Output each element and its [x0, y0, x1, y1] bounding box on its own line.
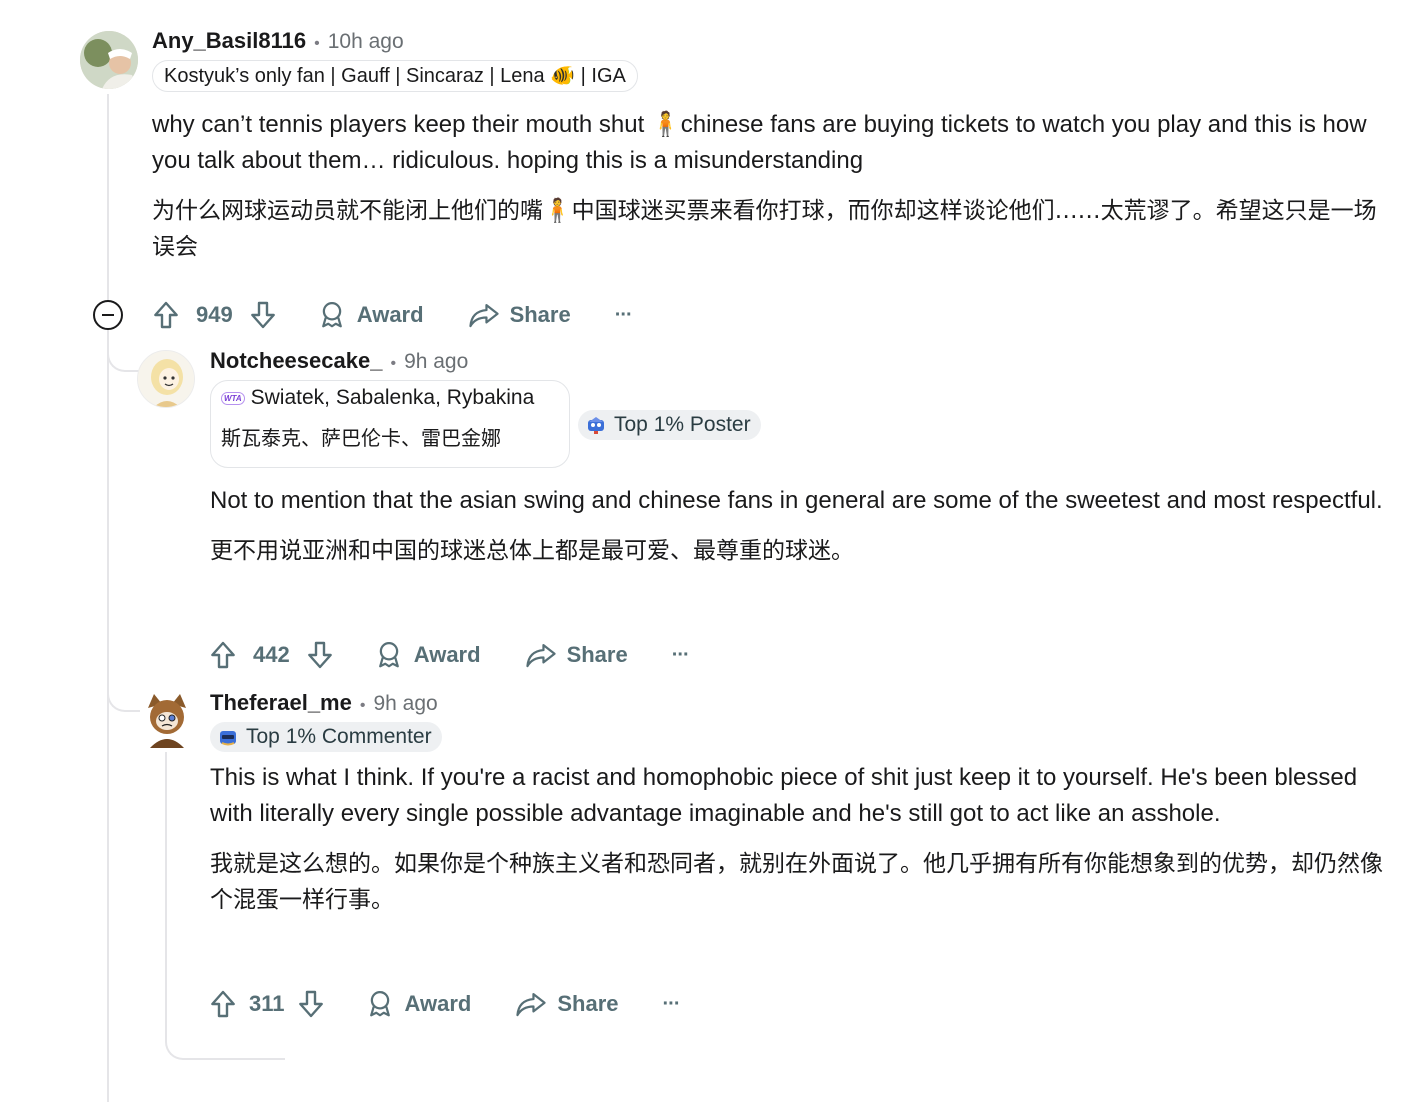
upvote-icon [154, 301, 178, 329]
vote-score: 442 [253, 642, 290, 667]
timestamp[interactable]: 9h ago [404, 350, 468, 374]
avatar[interactable] [140, 690, 194, 748]
comment-text-zh: 为什么网球运动员就不能闭上他们的嘴🧍中国球迷买票来看你打球，而你却这样谈论他们…… [152, 198, 1377, 260]
downvote-icon [307, 641, 332, 669]
more-icon: ··· [671, 643, 690, 666]
upvote-icon [211, 641, 235, 669]
more-options-button[interactable]: ··· [662, 992, 681, 1016]
downvote-icon [250, 301, 275, 329]
share-button[interactable]: Share [515, 989, 619, 1019]
user-flair: Kostyuk’s only fan | Gauff | Sincaraz | … [152, 60, 638, 92]
collapse-icon [102, 314, 114, 316]
more-icon: ··· [662, 992, 681, 1015]
wta-logo: WTA [221, 391, 245, 405]
comment-body: why can’t tennis players keep their mout… [152, 107, 1392, 265]
comment-text-en: why can’t tennis players keep their mout… [152, 111, 1367, 174]
avatar[interactable] [80, 31, 138, 89]
share-icon [525, 644, 556, 668]
share-button[interactable]: Share [525, 640, 628, 670]
award-label: Award [356, 302, 424, 327]
thread-line-main [107, 94, 109, 1102]
vote-score: 311 [249, 991, 285, 1016]
share-label: Share [509, 302, 571, 327]
comment-meta: Notcheesecake_ • 9h ago [210, 348, 468, 374]
username[interactable]: Notcheesecake_ [210, 348, 382, 374]
user-flair-line-2: 斯瓦泰克、萨巴伦卡、雷巴金娜 [221, 426, 501, 450]
award-button[interactable]: Award [365, 989, 472, 1019]
downvote-icon [298, 990, 323, 1018]
award-button[interactable]: Award [317, 300, 424, 330]
upvote-button[interactable] [207, 639, 239, 671]
top-commenter-badge-icon [220, 731, 236, 746]
comment-text-en: Not to mention that the asian swing and … [210, 487, 1383, 514]
thread-line-reply-2 [165, 752, 167, 1042]
more-options-button[interactable]: ··· [671, 643, 690, 667]
share-label: Share [557, 991, 619, 1016]
action-bar: 442 Award Share ··· [207, 635, 690, 675]
action-bar: 949 Award Share ··· [150, 295, 633, 335]
comment-text-zh: 我就是这么想的。如果你是个种族主义者和恐同者，就别在外面说了。他几乎拥有所有你能… [210, 851, 1383, 913]
username[interactable]: Any_Basil8116 [152, 28, 306, 54]
comment-body: This is what I think. If you're a racist… [210, 760, 1390, 918]
more-options-button[interactable]: ··· [614, 303, 633, 327]
more-icon: ··· [614, 303, 633, 326]
share-icon [468, 304, 499, 328]
separator-dot: • [314, 35, 320, 52]
timestamp[interactable]: 9h ago [373, 692, 437, 716]
user-flair-text: Kostyuk’s only fan | Gauff | Sincaraz | … [164, 65, 626, 87]
username[interactable]: Theferael_me [210, 690, 352, 716]
comment-text-en: This is what I think. If you're a racist… [210, 764, 1358, 827]
user-flair: WTA Swiatek, Sabalenka, Rybakina 斯瓦泰克、萨巴… [210, 380, 570, 468]
user-flair-text: Swiatek, Sabalenka, Rybakina [250, 386, 535, 409]
award-icon [378, 642, 399, 668]
award-icon [321, 302, 342, 328]
top-poster-badge-icon [588, 417, 604, 434]
award-label: Award [404, 991, 472, 1016]
top-commenter-badge: Top 1% Commenter [210, 722, 442, 752]
share-label: Share [566, 642, 628, 667]
badge-label: Top 1% Commenter [246, 725, 432, 748]
thread-connector-reply-1 [107, 330, 141, 372]
avatar[interactable] [137, 350, 195, 408]
action-bar: 311 Award Share ··· [207, 984, 681, 1024]
collapse-thread-button[interactable] [93, 300, 123, 330]
comment-text-zh: 更不用说亚洲和中国的球迷总体上都是最可爱、最尊重的球迷。 [210, 538, 854, 564]
separator-dot: • [359, 697, 366, 714]
award-label: Award [413, 642, 481, 667]
separator-dot: • [390, 355, 397, 372]
badge-label: Top 1% Poster [614, 413, 751, 436]
award-icon [369, 991, 390, 1017]
comment-body: Not to mention that the asian swing and … [210, 483, 1390, 569]
upvote-button[interactable] [150, 299, 182, 331]
award-button[interactable]: Award [374, 640, 481, 670]
downvote-button[interactable] [295, 988, 327, 1020]
upvote-icon [211, 990, 235, 1018]
timestamp[interactable]: 10h ago [328, 30, 404, 54]
user-flair-line-1: WTA Swiatek, Sabalenka, Rybakina [221, 383, 559, 413]
share-button[interactable]: Share [468, 300, 571, 330]
downvote-button[interactable] [304, 639, 336, 671]
comment-meta: Theferael_me • 9h ago [210, 690, 438, 716]
comment-meta: Any_Basil8116 • 10h ago [152, 28, 404, 54]
thread-connector-reply-2-end [165, 1020, 285, 1060]
vote-score: 949 [196, 302, 233, 327]
upvote-button[interactable] [207, 988, 239, 1020]
top-poster-badge: Top 1% Poster [578, 410, 761, 440]
downvote-button[interactable] [247, 299, 279, 331]
share-icon [516, 993, 546, 1017]
